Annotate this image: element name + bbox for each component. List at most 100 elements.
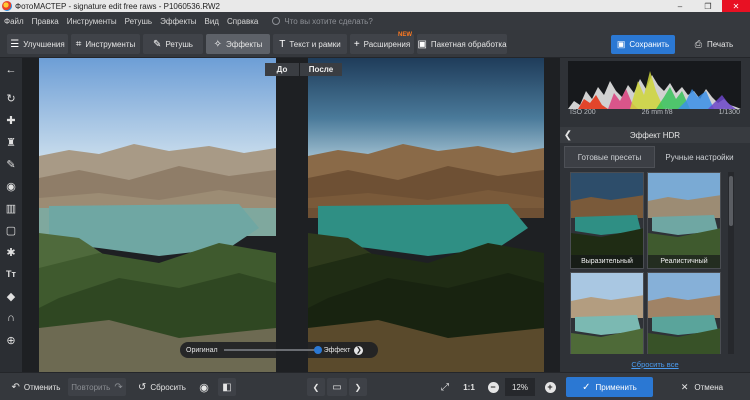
app-logo-icon — [2, 1, 12, 11]
cancel-button[interactable]: ✕ Отмена — [660, 377, 744, 397]
reset-button[interactable]: ↺ Сбросить — [136, 378, 188, 396]
tab-label: Ретушь — [165, 39, 193, 49]
menu-tools[interactable]: Инструменты — [67, 17, 117, 26]
settings-icon[interactable]: ✱ — [0, 242, 22, 262]
menu-retouch[interactable]: Ретушь — [125, 17, 153, 26]
menu-view[interactable]: Вид — [204, 17, 218, 26]
apply-button[interactable]: ✓ Применить — [566, 377, 653, 397]
tab-tools[interactable]: ⌗ Инструменты — [71, 34, 140, 54]
panel-tabs: Готовые пресеты Ручные настройки — [564, 146, 744, 168]
batch-icon: ▣ — [417, 38, 427, 50]
tab-extensions[interactable]: + Расширения NEW — [350, 32, 414, 54]
preset-expressive[interactable]: Выразительный — [570, 172, 644, 269]
slider-effect-label: Эффект — [323, 346, 351, 354]
undo-button[interactable]: ↶ Отменить — [8, 378, 64, 396]
tab-label: Пакетная обработка — [430, 39, 507, 49]
tab-effects[interactable]: ✧ Эффекты — [206, 34, 270, 54]
preset-caption: Реалистичный — [648, 255, 720, 268]
tab-batch-processing[interactable]: ▣ Пакетная обработка — [417, 34, 507, 54]
menu-effects[interactable]: Эффекты — [160, 17, 196, 26]
compare-icon[interactable]: ◧ — [218, 378, 236, 396]
bottom-bar: ↶ Отменить Повторить ↷ ↺ Сбросить ◉ ◧ ❮ … — [0, 372, 750, 400]
tab-label: Текст и рамки — [289, 39, 341, 49]
eye-icon[interactable]: ◉ — [195, 378, 213, 396]
tool-rail: ← ↻ ✚ ♜ ✎ ◉ ▥ ▢ ✱ Tт ◆ ∩ ⊕ — [0, 58, 22, 372]
globe-icon[interactable]: ⊕ — [0, 330, 22, 350]
tab-presets[interactable]: Готовые пресеты — [564, 146, 655, 168]
photo-canvas[interactable]: До После Оригинал Эффект ❯ — [22, 58, 560, 372]
print-button[interactable]: ⎙ Печать — [683, 35, 745, 54]
redo-icon: ↷ — [114, 381, 123, 393]
tab-label: Расширения — [363, 39, 411, 49]
redo-button[interactable]: Повторить ↷ — [68, 378, 126, 396]
zoom-in-button[interactable]: + — [543, 378, 557, 396]
save-button[interactable]: ▣ Сохранить — [611, 35, 675, 54]
main-toolbar: ☰ Улучшения ⌗ Инструменты ✎ Ретушь ✧ Эфф… — [0, 30, 750, 58]
magnet-icon[interactable]: ∩ — [0, 308, 22, 328]
slider-original-label: Оригинал — [186, 346, 218, 354]
menu-help[interactable]: Справка — [227, 17, 258, 26]
folder-icon[interactable]: ▭ — [327, 378, 347, 396]
slider-track[interactable] — [223, 346, 322, 354]
search-input[interactable] — [284, 16, 385, 26]
cancel-label: Отмена — [694, 382, 724, 392]
next-photo-button[interactable]: ❯ — [349, 378, 367, 396]
right-panel: ISO 200 26 mm f/8 1/1300 ❮ Эффект HDR Го… — [560, 58, 750, 372]
fit-to-screen-icon[interactable]: ⤢ — [436, 378, 454, 396]
reset-all-link[interactable]: Сбросить все — [560, 360, 750, 369]
undo-icon: ↶ — [11, 381, 20, 393]
search-box — [272, 16, 385, 26]
plus-icon: + — [353, 38, 360, 50]
radial-filter-icon[interactable]: ◉ — [0, 176, 22, 196]
gradient-icon[interactable]: ▥ — [0, 198, 22, 218]
zoom-1to1-button[interactable]: 1:1 — [459, 378, 479, 396]
zoom-level[interactable]: 12% — [505, 378, 535, 396]
new-badge: NEW — [398, 32, 412, 38]
brush-icon: ✎ — [153, 38, 162, 50]
close-button[interactable]: ✕ — [722, 0, 750, 12]
scrollbar-thumb[interactable] — [729, 176, 733, 226]
title-bar: ФотоМАСТЕР - signature edit free raws - … — [0, 0, 750, 12]
slider-handle[interactable] — [313, 346, 322, 354]
back-arrow-icon[interactable]: ← — [0, 60, 22, 80]
brush-icon[interactable]: ✎ — [0, 154, 22, 174]
tab-retouch[interactable]: ✎ Ретушь — [143, 34, 203, 54]
iso-value: ISO 200 — [570, 109, 596, 116]
plus-icon: + — [544, 381, 556, 393]
chevron-right-icon[interactable]: ❯ — [354, 345, 364, 355]
zoom-out-button[interactable]: − — [486, 378, 500, 396]
section-header: ❮ Эффект HDR — [560, 127, 750, 143]
menu-file[interactable]: Файл — [4, 17, 24, 26]
crop-icon: ⌗ — [75, 38, 82, 50]
stamp-icon[interactable]: ♜ — [0, 132, 22, 152]
preset-realistic[interactable]: Реалистичный — [647, 172, 721, 269]
tab-manual-settings[interactable]: Ручные настройки — [655, 146, 744, 168]
tab-text-frames[interactable]: T Текст и рамки — [273, 34, 347, 54]
rotate-icon[interactable]: ↻ — [0, 88, 22, 108]
preset-4[interactable] — [647, 272, 721, 354]
preset-3[interactable] — [570, 272, 644, 354]
reset-icon: ↺ — [138, 381, 147, 393]
vignette-icon[interactable]: ▢ — [0, 220, 22, 240]
text-tool-icon[interactable]: Tт — [0, 264, 22, 284]
histogram — [568, 61, 741, 109]
reset-label: Сбросить — [150, 382, 186, 392]
patch-icon[interactable]: ✚ — [0, 110, 22, 130]
previous-photo-button[interactable]: ❮ — [307, 378, 325, 396]
effect-strength-slider: Оригинал Эффект ❯ — [180, 342, 378, 358]
after-photo — [308, 58, 544, 372]
menu-edit[interactable]: Правка — [32, 17, 59, 26]
lens-value: 26 mm f/8 — [641, 109, 673, 116]
text-icon: T — [279, 38, 286, 50]
tab-improvements[interactable]: ☰ Улучшения — [7, 34, 68, 54]
chevron-left-icon[interactable]: ❮ — [560, 130, 576, 141]
window-title: ФотоМАСТЕР - signature edit free raws - … — [15, 1, 220, 11]
maximize-button[interactable]: ❐ — [694, 0, 722, 12]
before-photo — [39, 58, 276, 372]
preset-scrollbar[interactable] — [728, 172, 734, 354]
preset-grid: Выразительный Реалистичный — [570, 172, 724, 354]
fill-icon[interactable]: ◆ — [0, 286, 22, 306]
exif-info: ISO 200 26 mm f/8 1/1300 — [570, 109, 740, 116]
minimize-button[interactable]: – — [666, 0, 694, 12]
close-icon: ✕ — [680, 381, 689, 392]
